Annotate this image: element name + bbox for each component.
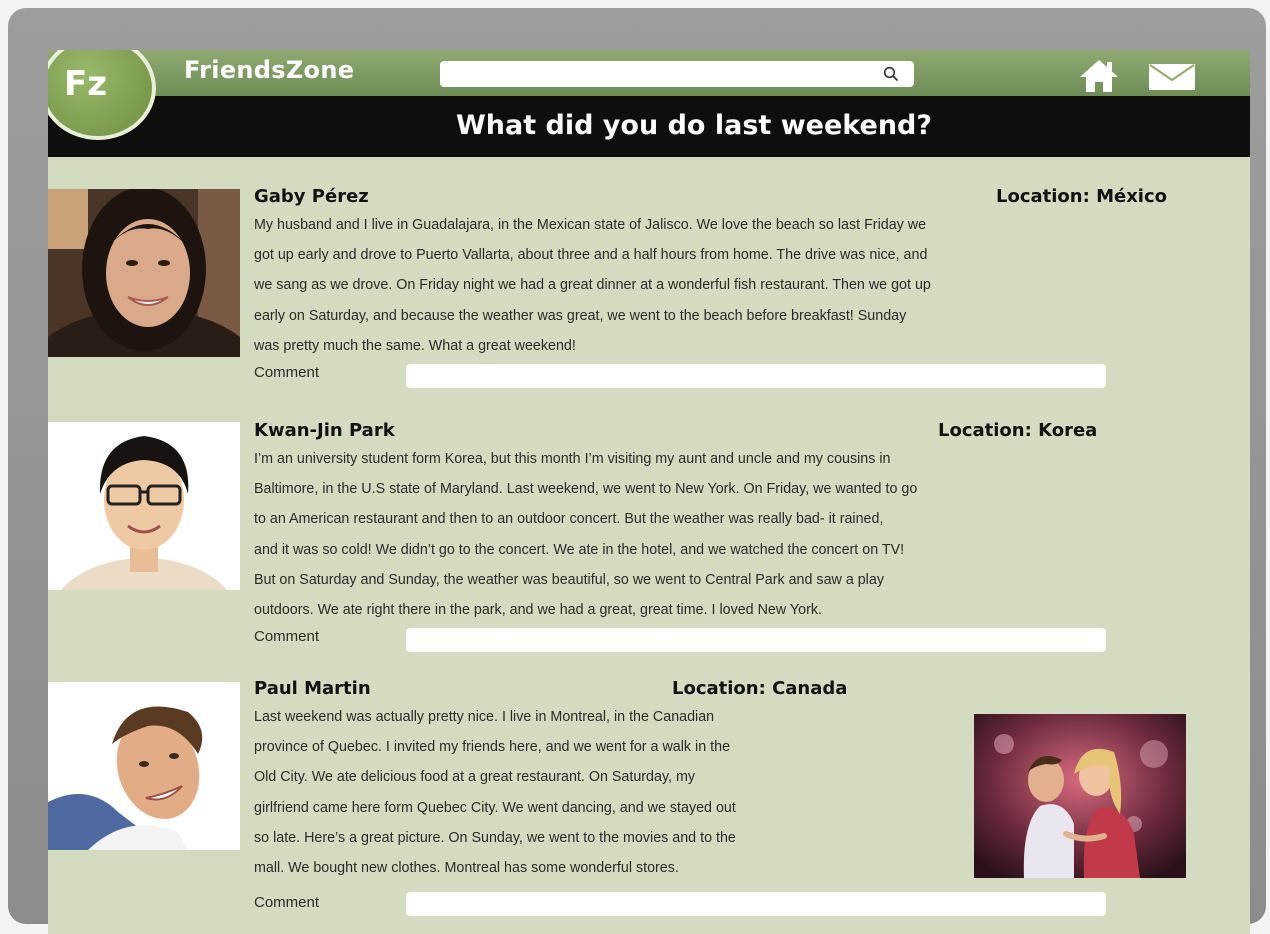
top-bar: FriendsZone <box>48 50 1250 96</box>
post-line: girlfriend came here form Quebec City. W… <box>254 799 736 816</box>
device-frame: FriendsZone What did you do last weekend… <box>8 8 1266 934</box>
post-line: got up early and drove to Puerto Vallart… <box>254 247 928 264</box>
mail-icon[interactable] <box>1148 63 1196 91</box>
post-location: Location: México <box>996 186 1168 207</box>
post-line: to an American restaurant and then to an… <box>254 511 884 528</box>
post-photo-dancing[interactable] <box>974 714 1186 878</box>
post-line: was pretty much the same. What a great w… <box>254 337 576 354</box>
comment-label: Comment <box>254 364 320 381</box>
avatar-gaby <box>48 189 240 357</box>
page-title: What did you do last weekend? <box>455 110 933 141</box>
comment-label: Comment <box>254 628 320 645</box>
comment-input-kwan-jin[interactable] <box>406 628 1106 652</box>
post-body: My husband and I live in Guadalajara, in… <box>254 210 931 361</box>
post-line: Old City. We ate delicious food at a gre… <box>254 769 696 786</box>
post-body: I’m an university student form Korea, bu… <box>254 444 917 625</box>
search-input[interactable] <box>440 61 914 87</box>
post-line: so late. Here’s a great picture. On Sund… <box>254 829 736 846</box>
post-line: mall. We bought new clothes. Montreal ha… <box>254 860 679 877</box>
title-bar: What did you do last weekend? <box>48 96 1250 157</box>
post-line: But on Saturday and Sunday, the weather … <box>254 571 884 588</box>
post-location: Location: Korea <box>938 420 1098 441</box>
post-author[interactable]: Gaby Pérez <box>254 186 369 207</box>
post-gaby: Gaby Pérez Location: México My husband a… <box>48 186 1250 436</box>
post-author[interactable]: Paul Martin <box>254 678 371 699</box>
post-line: Baltimore, in the U.S state of Maryland.… <box>254 481 918 498</box>
post-line: I’m an university student form Korea, bu… <box>254 451 891 467</box>
app-screen: FriendsZone What did you do last weekend… <box>48 50 1250 934</box>
post-line: and it was so cold! We didn’t go to the … <box>254 541 905 558</box>
brand-name: FriendsZone <box>184 56 355 84</box>
post-body: Last weekend was actually pretty nice. I… <box>254 702 736 883</box>
avatar-paul <box>48 682 240 850</box>
post-location: Location: Canada <box>672 678 848 699</box>
comment-input-paul[interactable] <box>406 892 1106 916</box>
post-author[interactable]: Kwan-Jin Park <box>254 420 395 441</box>
post-line: outdoors. We ate right there in the park… <box>254 602 822 619</box>
home-icon[interactable] <box>1078 58 1120 94</box>
logo-text: Fz <box>64 64 108 104</box>
comment-label: Comment <box>254 894 320 911</box>
post-line: we sang as we drove. On Friday night we … <box>254 277 931 294</box>
comment-input-gaby[interactable] <box>406 364 1106 388</box>
post-line: early on Saturday, and because the weath… <box>254 307 907 324</box>
post-kwan-jin: Kwan-Jin Park Location: Korea I’m an uni… <box>48 420 1250 670</box>
avatar-kwan-jin <box>48 422 240 590</box>
search-icon[interactable] <box>882 65 900 83</box>
post-line: Last weekend was actually pretty nice. I… <box>254 709 715 725</box>
post-line: My husband and I live in Guadalajara, in… <box>254 217 927 233</box>
post-line: province of Quebec. I invited my friends… <box>254 739 731 756</box>
